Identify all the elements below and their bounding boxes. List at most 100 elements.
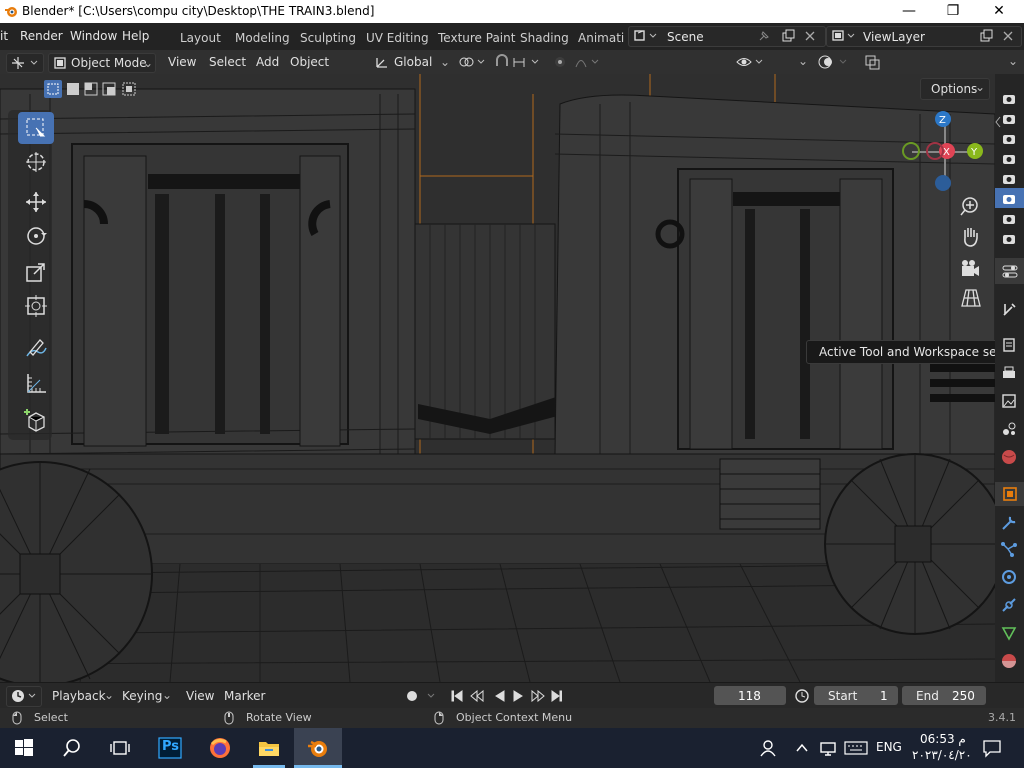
transform-orientation-dropdown[interactable]: Global ⌄ [372, 53, 452, 71]
particles-icon[interactable] [1000, 540, 1018, 558]
prev-keyframe-icon[interactable] [470, 689, 484, 703]
minimize-button[interactable]: — [886, 0, 932, 23]
view-layer-image-icon[interactable] [1000, 392, 1018, 410]
clock-date[interactable]: ٢٠٢٣/٠٤/٢٠ [912, 748, 972, 762]
end-frame-field[interactable]: End 250 [902, 686, 986, 705]
gizmo-neg-z-handle[interactable] [935, 175, 951, 191]
timeline-editor-type[interactable] [6, 686, 42, 707]
transform-tool[interactable] [18, 290, 54, 322]
people-icon[interactable] [758, 738, 778, 758]
photoshop-taskbar-app[interactable]: Ps [146, 728, 194, 768]
physics-icon[interactable] [1000, 568, 1018, 586]
camera-view-icon[interactable] [958, 256, 984, 282]
mode-dropdown[interactable]: Object Mode ⌄ [48, 53, 156, 73]
playback-menu[interactable]: Playback [52, 689, 106, 703]
menu-add[interactable]: Add [256, 53, 279, 71]
preview-range-clock-icon[interactable] [794, 688, 810, 704]
navigation-gizmo[interactable]: Z X Y [900, 110, 992, 200]
annotate-tool[interactable] [18, 332, 54, 364]
start-button[interactable] [0, 728, 48, 768]
touch-keyboard-icon[interactable] [844, 739, 868, 757]
duplicate-scene-icon[interactable] [781, 29, 795, 43]
chevron-down-icon[interactable]: ⌄ [1008, 54, 1018, 68]
select-extend-icon[interactable] [64, 80, 82, 98]
tab-shading[interactable]: Shading [520, 31, 569, 45]
measure-tool[interactable] [18, 368, 54, 400]
play-icon[interactable] [513, 690, 523, 702]
jump-start-icon[interactable] [451, 690, 463, 702]
options-dropdown[interactable]: Options ⌄ [920, 78, 990, 100]
scene-selector[interactable]: Scene [628, 26, 826, 47]
tab-modeling[interactable]: Modeling [235, 31, 290, 45]
constraints-icon[interactable] [1000, 596, 1018, 614]
scale-tool[interactable] [18, 256, 54, 288]
rotate-tool[interactable] [18, 220, 54, 252]
material-sphere-icon[interactable] [1000, 652, 1018, 670]
proportional-editing-icon[interactable] [552, 54, 602, 70]
add-view-layer-icon[interactable] [979, 29, 993, 43]
firefox-taskbar-app[interactable] [196, 728, 244, 768]
wrench-screwdriver-icon[interactable] [1000, 300, 1018, 318]
editor-type-dropdown[interactable] [6, 53, 44, 73]
view-layer-selector[interactable]: ViewLayer [826, 26, 1022, 47]
visibility-eye-icon[interactable] [736, 54, 770, 70]
cursor-tool[interactable] [18, 146, 54, 178]
render-camera-icon[interactable] [1000, 192, 1018, 210]
pin-icon[interactable] [757, 29, 771, 43]
play-reverse-icon[interactable] [495, 690, 505, 702]
tool-tab[interactable] [995, 258, 1024, 284]
move-tool[interactable] [18, 186, 54, 218]
select-invert-icon[interactable] [100, 80, 118, 98]
pivot-point-icon[interactable] [458, 54, 488, 70]
menu-help[interactable]: Help [122, 29, 149, 43]
data-mesh-icon[interactable] [1000, 624, 1018, 642]
perspective-grid-icon[interactable] [958, 286, 984, 312]
3d-viewport[interactable]: Options ⌄ Z X Y Active Tool and Workspac… [0, 74, 995, 682]
zoom-icon[interactable] [958, 194, 984, 220]
chevron-down-icon[interactable]: ⌄ [798, 54, 808, 68]
render-camera-icon[interactable] [1000, 92, 1018, 110]
show-hidden-icons-chevron[interactable] [794, 740, 810, 756]
menu-window[interactable]: Window [70, 29, 117, 43]
maximize-button[interactable]: ❐ [930, 0, 976, 23]
menu-file[interactable]: it [0, 29, 8, 43]
xray-toggle-icon[interactable] [864, 54, 882, 70]
tab-texture-paint[interactable]: Texture Paint [438, 31, 515, 45]
close-button[interactable]: ✕ [976, 0, 1022, 23]
collapse-arrow-icon[interactable] [995, 116, 1001, 128]
add-cube-tool[interactable] [18, 404, 54, 436]
train-wireframe-scene[interactable] [0, 74, 995, 682]
current-frame-field[interactable]: 118 [714, 686, 786, 705]
render-camera-icon[interactable] [1000, 212, 1018, 230]
menu-object[interactable]: Object [290, 53, 329, 71]
remove-view-layer-icon[interactable] [1001, 29, 1015, 43]
render-camera-icon[interactable] [1000, 152, 1018, 170]
select-intersect-icon[interactable] [120, 80, 138, 98]
pan-hand-icon[interactable] [958, 224, 984, 250]
task-view-button[interactable] [96, 728, 144, 768]
select-subtract-icon[interactable] [82, 80, 100, 98]
render-camera-icon[interactable] [1000, 132, 1018, 150]
select-box-tool[interactable] [18, 112, 54, 144]
view-menu[interactable]: View [186, 689, 214, 703]
scene-properties-icon[interactable] [1000, 420, 1018, 438]
output-printer-icon[interactable] [1000, 364, 1018, 382]
next-keyframe-icon[interactable] [531, 689, 545, 703]
jump-end-icon[interactable] [551, 690, 562, 702]
tab-animation[interactable]: Animati [578, 31, 624, 45]
marker-menu[interactable]: Marker [224, 689, 265, 703]
snap-icon[interactable] [494, 54, 544, 70]
modifier-wrench-icon[interactable] [1000, 514, 1018, 532]
clock-time[interactable]: 06:53 م [920, 732, 966, 746]
network-icon[interactable] [818, 738, 838, 758]
menu-render[interactable]: Render [20, 29, 63, 43]
start-frame-field[interactable]: Start 1 [814, 686, 898, 705]
keying-menu[interactable]: Keying [122, 689, 162, 703]
auto-keying-record-icon[interactable] [404, 688, 440, 704]
tab-uv-editing[interactable]: UV Editing [366, 31, 429, 45]
render-properties-icon[interactable] [1000, 336, 1018, 354]
menu-view[interactable]: View [168, 53, 196, 71]
render-camera-icon[interactable] [1000, 112, 1018, 130]
tab-sculpting[interactable]: Sculpting [300, 31, 356, 45]
object-properties-tab[interactable] [995, 482, 1024, 506]
